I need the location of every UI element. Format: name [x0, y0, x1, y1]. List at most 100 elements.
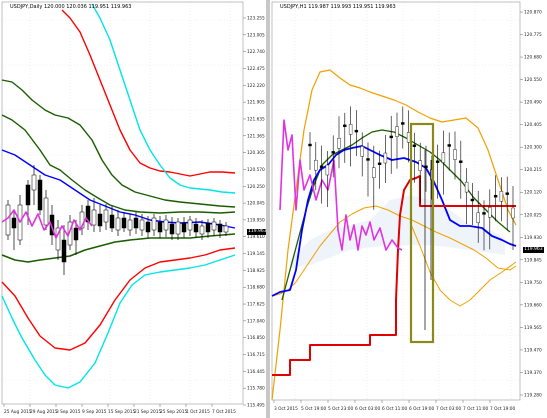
daily-candle-body [151, 217, 157, 231]
hourly-chart-header: USDJPY,H1 119.987 119.993 119.951 119.96… [280, 4, 396, 10]
hourly-price-label: 120.215 [524, 167, 542, 173]
daily-time-label: 21 Sep 2015 [134, 409, 161, 415]
hourly-candle-body [395, 126, 399, 137]
hourly-candle-body [325, 164, 330, 176]
daily-chart-header: USDJPY,Daily 120.000 120.036 119.951 119… [10, 4, 131, 10]
daily-candle-body [199, 225, 205, 235]
daily-candle-body [193, 223, 199, 233]
daily-price-label: 115.780 [247, 386, 265, 392]
daily-price-label: 120.250 [247, 184, 265, 190]
daily-time-label: 25 Aug 2015 [4, 409, 32, 415]
daily-price-label: 122.740 [247, 49, 265, 55]
hourly-price-label: 120.490 [524, 100, 542, 106]
daily-price-label: 119.610 [247, 234, 265, 240]
hourly-candle-body [337, 138, 341, 149]
hourly-time-label: 3 Oct 2015 [274, 406, 298, 412]
daily-lower-band-1 [1, 233, 236, 263]
daily-candle-body [205, 222, 211, 233]
hourly-time-label: 5 Oct 19:00 [301, 406, 327, 412]
daily-price-label: 120.045 [247, 201, 265, 207]
hourly-candle-body [418, 160, 422, 171]
daily-candle-body [133, 217, 139, 229]
hourly-price-label: 120.775 [524, 32, 542, 38]
hourly-candle-body [493, 195, 498, 198]
daily-time-label: 29 Aug 2015 [30, 409, 58, 415]
daily-price-label: 119.145 [247, 251, 265, 257]
hourly-candle-body [499, 191, 504, 202]
daily-symbol-label: USDJPY,Daily [10, 4, 43, 10]
hourly-time-label: 6 Oct 03:00 [355, 406, 381, 412]
daily-time-label: 3 Sep 2015 [56, 409, 81, 415]
daily-candle-body [157, 221, 163, 233]
hourly-time-label: 7 Oct 11:00 [463, 406, 489, 412]
daily-time-label: 9 Sep 2015 [82, 409, 107, 415]
hourly-candle-body [343, 124, 347, 128]
hourly-candle-body [488, 207, 492, 218]
daily-candle-body [109, 214, 115, 229]
daily-candle-body [223, 225, 229, 233]
hourly-price-label: 120.550 [524, 77, 542, 83]
hourly-candle-body [383, 152, 388, 164]
daily-price-label: 123.255 [247, 16, 265, 22]
daily-time-label: 1 Oct 2015 [186, 409, 210, 415]
daily-candle-body [211, 221, 217, 231]
hourly-price-label: 119.565 [524, 325, 542, 331]
hourly-current-price-tag: 119.963 [523, 247, 544, 253]
daily-price-label: 123.005 [247, 32, 265, 38]
daily-candle-body [181, 222, 187, 233]
daily-price-label: 116.715 [247, 352, 265, 358]
hourly-candle-body [412, 144, 417, 147]
hourly-candle-body [348, 124, 353, 135]
daily-current-price-tag: 119.963 [247, 229, 268, 235]
daily-candle-body [169, 223, 175, 235]
daily-chart-canvas[interactable]: 123.255 123.005 122.740 122.475 122.220 121.9… [0, 0, 266, 418]
daily-candle-body [61, 239, 67, 263]
daily-chart-panel[interactable]: 123.255 123.005 122.740 122.475 122.220 121.9… [0, 0, 268, 418]
hourly-time-label: 7 Oct 03:00 [436, 406, 462, 412]
daily-candle-body [11, 217, 17, 229]
hourly-candle-body [308, 143, 312, 147]
hourly-candle-body [482, 212, 486, 215]
hourly-time-label: 6 Oct 19:00 [409, 406, 435, 412]
hourly-price-label: 119.845 [524, 257, 542, 263]
daily-price-label: 121.365 [247, 133, 265, 139]
daily-price-label: 120.570 [247, 167, 265, 173]
hourly-price-label: 119.660 [524, 302, 542, 308]
hourly-candle-body [314, 159, 318, 171]
hourly-price-label: 119.370 [524, 370, 542, 376]
hourly-candle-body [441, 152, 446, 163]
hourly-ohlc-values: 119.987 119.993 119.951 119.963 [308, 4, 396, 10]
daily-candle-body [145, 221, 151, 233]
daily-candle-body [37, 179, 43, 211]
daily-candle-body [115, 217, 121, 231]
hourly-chart-canvas[interactable]: 120.870 120.775 120.680 120.550 120.490 120.4… [270, 0, 547, 418]
daily-candle-body [139, 219, 145, 231]
hourly-price-label: 120.025 [524, 212, 542, 218]
daily-candle-body [73, 227, 79, 241]
hourly-time-label: 7 Oct 19:00 [490, 406, 516, 412]
hourly-chart-panel[interactable]: 120.870 120.775 120.680 120.550 120.490 120.4… [270, 0, 547, 418]
hourly-candle-body [366, 158, 370, 161]
hourly-candle-body [406, 132, 411, 143]
hourly-candle-body [354, 129, 359, 133]
hourly-price-label: 120.405 [524, 122, 542, 128]
hourly-candle-body [389, 135, 393, 139]
hourly-candle-body [372, 167, 376, 178]
hourly-time-label: 6 Oct 11:00 [382, 406, 408, 412]
daily-candle-body [103, 209, 109, 223]
daily-price-label: 117.625 [247, 302, 265, 308]
hourly-time-label: 5 Oct 23:00 [328, 406, 354, 412]
daily-candle-body [43, 197, 49, 226]
daily-candle-body [187, 219, 193, 231]
daily-price-label: 118.680 [247, 285, 265, 291]
hourly-price-label: 119.930 [524, 235, 542, 241]
daily-candle-body [25, 184, 31, 206]
hourly-price-label: 120.870 [524, 10, 542, 16]
daily-lower-band-2 [1, 247, 236, 351]
daily-candle-body [127, 219, 133, 231]
daily-candle-body [31, 174, 37, 191]
hourly-candle-body [447, 144, 451, 147]
daily-candle-body [163, 219, 169, 231]
daily-ohlc-values: 120.000 120.036 119.951 119.963 [43, 4, 132, 10]
hourly-price-label: 120.120 [524, 190, 542, 196]
